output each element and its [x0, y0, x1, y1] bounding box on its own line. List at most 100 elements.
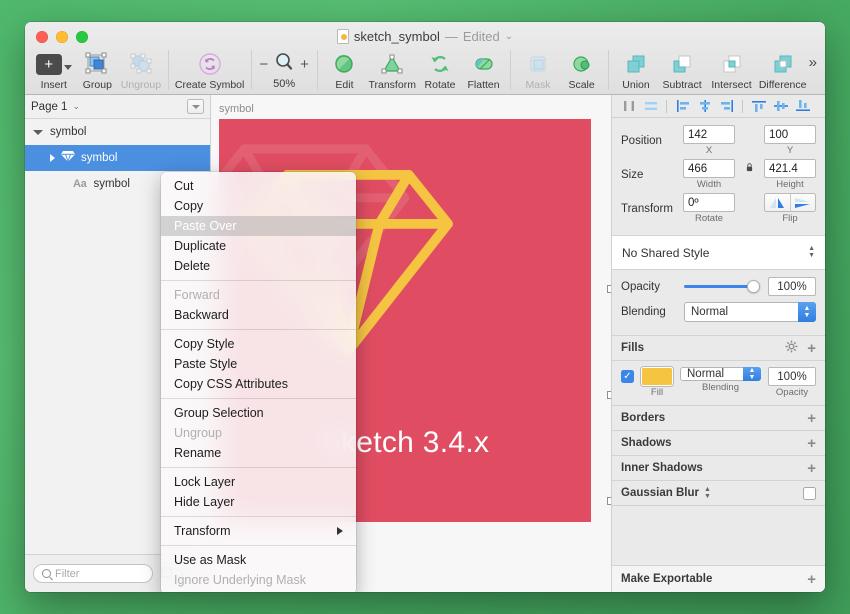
add-inner-shadow-button[interactable]: +: [807, 461, 816, 476]
gaussian-blur-checkbox[interactable]: [803, 487, 816, 500]
add-export-button[interactable]: +: [807, 572, 816, 587]
menu-item-group-selection[interactable]: Group Selection: [161, 403, 356, 423]
magnifier-icon[interactable]: [274, 52, 294, 77]
title-chevron-down-icon[interactable]: ⌄: [505, 31, 513, 42]
stepper-icon[interactable]: ▲▼: [808, 246, 815, 259]
zoom-control[interactable]: − + 50%: [257, 50, 312, 90]
gaussian-blur-title: Gaussian Blur: [621, 487, 699, 499]
edit-icon: [332, 51, 356, 77]
size-height-input[interactable]: 421.4: [764, 159, 816, 178]
menu-item-transform[interactable]: Transform: [161, 521, 356, 541]
menu-item-backward[interactable]: Backward: [161, 305, 356, 325]
menu-item-paste-style[interactable]: Paste Style: [161, 354, 356, 374]
blur-type-stepper-icon[interactable]: ▲▼: [704, 487, 711, 500]
search-input[interactable]: Filter: [33, 564, 153, 583]
resize-handle-middle-left[interactable]: [607, 391, 611, 399]
menu-item-cut[interactable]: Cut: [161, 176, 356, 196]
gear-icon[interactable]: [785, 340, 798, 356]
zoom-out-button[interactable]: −: [259, 57, 268, 72]
flip-buttons[interactable]: [764, 193, 816, 212]
toolbar-transform[interactable]: Transform: [366, 50, 418, 91]
align-center-horizontal-icon[interactable]: [694, 98, 715, 115]
position-x-input[interactable]: 142: [683, 125, 735, 144]
toolbar-scale[interactable]: Scale: [560, 50, 604, 91]
toolbar-create-symbol[interactable]: Create Symbol: [174, 50, 246, 91]
menu-separator: [161, 467, 356, 468]
layer-row-symbol[interactable]: symbol: [25, 145, 210, 171]
toolbar-intersect[interactable]: Intersect: [706, 50, 756, 91]
shared-style-selector[interactable]: No Shared Style ▲▼: [612, 236, 825, 270]
add-shadow-button[interactable]: +: [807, 436, 816, 451]
align-center-vertical-icon[interactable]: [770, 98, 791, 115]
toolbar-rotate[interactable]: Rotate: [418, 50, 462, 91]
menu-item-delete[interactable]: Delete: [161, 256, 356, 276]
flip-vertical-icon[interactable]: [791, 194, 816, 211]
distribute-horizontally-icon[interactable]: [618, 98, 639, 115]
group-icon: [84, 51, 110, 77]
fill-color-swatch[interactable]: [641, 367, 673, 386]
align-right-icon[interactable]: [716, 98, 737, 115]
disclosure-down-icon[interactable]: [33, 130, 43, 135]
fill-checkbox[interactable]: ✓: [621, 370, 634, 383]
fill-opacity-input[interactable]: 100%: [768, 367, 816, 386]
blending-stepper-icon[interactable]: ▲▼: [798, 302, 816, 322]
toolbar-difference[interactable]: Difference: [757, 50, 809, 91]
add-border-button[interactable]: +: [807, 411, 816, 426]
disclosure-right-icon[interactable]: [50, 154, 55, 162]
menu-separator: [161, 329, 356, 330]
menu-item-duplicate[interactable]: Duplicate: [161, 236, 356, 256]
distribute-vertically-icon[interactable]: [640, 98, 661, 115]
make-exportable-section[interactable]: Make Exportable +: [612, 565, 825, 592]
artboard-label[interactable]: symbol: [219, 103, 254, 115]
menu-item-lock-layer[interactable]: Lock Layer: [161, 472, 356, 492]
toolbar-union[interactable]: Union: [614, 50, 658, 91]
resize-handle-bottom-left[interactable]: [607, 497, 611, 505]
gaussian-blur-section[interactable]: Gaussian Blur ▲▼: [612, 481, 825, 506]
add-fill-button[interactable]: +: [807, 341, 816, 356]
align-top-icon[interactable]: [748, 98, 769, 115]
fill-blending-select[interactable]: Normal ▲▼: [680, 367, 761, 381]
shadows-section[interactable]: Shadows +: [612, 431, 825, 456]
opacity-input[interactable]: 100%: [768, 277, 816, 296]
position-y-input[interactable]: 100: [764, 125, 816, 144]
resize-handle-top-left[interactable]: [607, 285, 611, 293]
align-bottom-icon[interactable]: [792, 98, 813, 115]
filter-placeholder: Filter: [55, 568, 79, 580]
borders-section[interactable]: Borders +: [612, 406, 825, 431]
toolbar-flatten[interactable]: Flatten: [462, 50, 506, 91]
subtract-icon: [670, 51, 694, 77]
size-width-input[interactable]: 466: [683, 159, 735, 178]
fill-blending-stepper-icon[interactable]: ▲▼: [743, 367, 761, 381]
menu-item-paste-over[interactable]: Paste Over: [161, 216, 356, 236]
toolbar-ungroup[interactable]: Ungroup: [119, 50, 163, 91]
menu-item-copy[interactable]: Copy: [161, 196, 356, 216]
opacity-slider[interactable]: [684, 280, 760, 294]
menu-item-hide-layer[interactable]: Hide Layer: [161, 492, 356, 512]
align-left-icon[interactable]: [672, 98, 693, 115]
menu-item-copy-style[interactable]: Copy Style: [161, 334, 356, 354]
slider-knob[interactable]: [747, 280, 760, 293]
toolbar-insert[interactable]: + Insert: [32, 50, 76, 91]
blending-select[interactable]: Normal ▲▼: [684, 302, 816, 322]
zoom-in-button[interactable]: +: [300, 57, 309, 72]
toolbar-edit[interactable]: Edit: [323, 50, 367, 91]
toolbar-group[interactable]: Group: [76, 50, 120, 91]
menu-item-copy-css-attributes[interactable]: Copy CSS Attributes: [161, 374, 356, 394]
page-options-button[interactable]: [187, 99, 204, 114]
page-selector[interactable]: Page 1 ⌄: [31, 101, 80, 113]
lock-icon[interactable]: [744, 163, 755, 172]
menu-item-use-as-mask[interactable]: Use as Mask: [161, 550, 356, 570]
layer-row-group[interactable]: symbol: [25, 119, 210, 145]
toolbar-subtract[interactable]: Subtract: [658, 50, 707, 91]
inner-shadows-section[interactable]: Inner Shadows +: [612, 456, 825, 481]
document-title[interactable]: sketch_symbol — Edited ⌄: [25, 29, 825, 44]
toolbar-overflow-button[interactable]: »: [809, 50, 825, 71]
context-menu[interactable]: Cut Copy Paste Over Duplicate Delete For…: [161, 172, 356, 592]
flip-horizontal-icon[interactable]: [765, 194, 791, 211]
menu-item-rename[interactable]: Rename: [161, 443, 356, 463]
toolbar-mask[interactable]: Mask: [516, 50, 560, 91]
menu-separator: [161, 398, 356, 399]
rotate-input[interactable]: 0º: [683, 193, 735, 212]
window-body: Page 1 ⌄ symbol: [25, 95, 825, 592]
fill-blending-sublabel: Blending: [702, 382, 739, 393]
